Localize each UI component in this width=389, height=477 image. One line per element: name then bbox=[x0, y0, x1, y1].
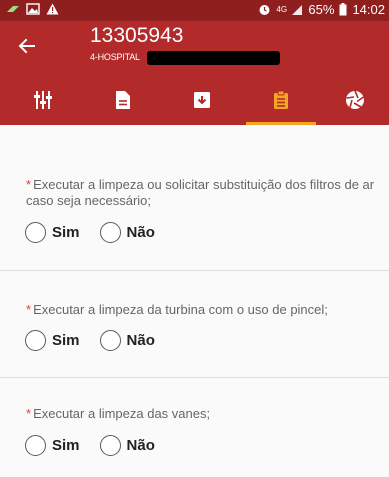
radio-button[interactable] bbox=[99, 330, 121, 351]
network-type: 4G bbox=[276, 4, 288, 14]
sliders-icon bbox=[34, 90, 52, 109]
option-nao[interactable]: Não bbox=[99, 435, 155, 456]
notification-app-icon bbox=[6, 3, 20, 15]
divider bbox=[0, 377, 389, 378]
clipboard-icon bbox=[274, 90, 288, 109]
option-label: Sim bbox=[52, 224, 80, 241]
tab-archive[interactable] bbox=[167, 74, 237, 125]
question-text: * Executar a limpeza das vanes; bbox=[26, 406, 211, 421]
option-label: Sim bbox=[52, 332, 80, 349]
radio-button[interactable] bbox=[25, 222, 46, 243]
tab-camera[interactable] bbox=[320, 74, 389, 125]
required-mark: * bbox=[26, 302, 32, 317]
tab-document[interactable] bbox=[88, 74, 158, 125]
required-mark: * bbox=[26, 177, 32, 192]
back-arrow-icon bbox=[18, 38, 35, 54]
option-label: Não bbox=[126, 332, 155, 349]
back-button[interactable] bbox=[12, 31, 42, 61]
archive-icon bbox=[194, 91, 210, 108]
option-sim[interactable]: Sim bbox=[25, 435, 80, 456]
document-icon bbox=[116, 90, 130, 109]
alarm-icon bbox=[258, 3, 271, 16]
clock: 14:02 bbox=[352, 2, 385, 17]
tab-bar bbox=[0, 74, 389, 125]
radio-button[interactable] bbox=[99, 435, 121, 456]
option-nao[interactable]: Não bbox=[99, 330, 155, 351]
warning-icon bbox=[46, 3, 59, 15]
signal-icon bbox=[291, 4, 303, 16]
system-status: 4G 65% 14:02 bbox=[258, 2, 385, 17]
radio-button[interactable] bbox=[25, 435, 46, 456]
app-bar: 13305943 4-HOSPITAL bbox=[0, 21, 389, 74]
page-subtitle: 4-HOSPITAL bbox=[90, 52, 140, 62]
answer-options: Sim Não bbox=[25, 222, 155, 243]
option-nao[interactable]: Não bbox=[99, 222, 155, 243]
option-sim[interactable]: Sim bbox=[25, 222, 80, 243]
radio-button[interactable] bbox=[25, 330, 46, 351]
option-sim[interactable]: Sim bbox=[25, 330, 80, 351]
required-mark: * bbox=[26, 406, 32, 421]
status-bar: 4G 65% 14:02 bbox=[0, 0, 389, 21]
question-text: * Executar a limpeza ou solicitar substit… bbox=[26, 177, 375, 208]
answer-options: Sim Não bbox=[25, 330, 155, 351]
page-title: 13305943 bbox=[90, 24, 184, 47]
option-label: Sim bbox=[52, 437, 80, 454]
image-icon bbox=[26, 3, 40, 15]
answer-options: Sim Não bbox=[25, 435, 155, 456]
tab-settings[interactable] bbox=[8, 74, 78, 125]
radio-button[interactable] bbox=[99, 222, 121, 243]
tab-checklist[interactable] bbox=[246, 74, 316, 125]
divider bbox=[0, 270, 389, 271]
notification-icons bbox=[6, 3, 59, 15]
battery-percent: 65% bbox=[308, 2, 335, 17]
option-label: Não bbox=[126, 437, 155, 454]
active-tab-indicator bbox=[246, 122, 316, 125]
question-text: * Executar a limpeza da turbina com o uso… bbox=[26, 302, 328, 317]
redaction-bar bbox=[147, 51, 280, 65]
aperture-icon bbox=[346, 90, 364, 109]
battery-icon bbox=[339, 3, 347, 16]
option-label: Não bbox=[126, 224, 155, 241]
